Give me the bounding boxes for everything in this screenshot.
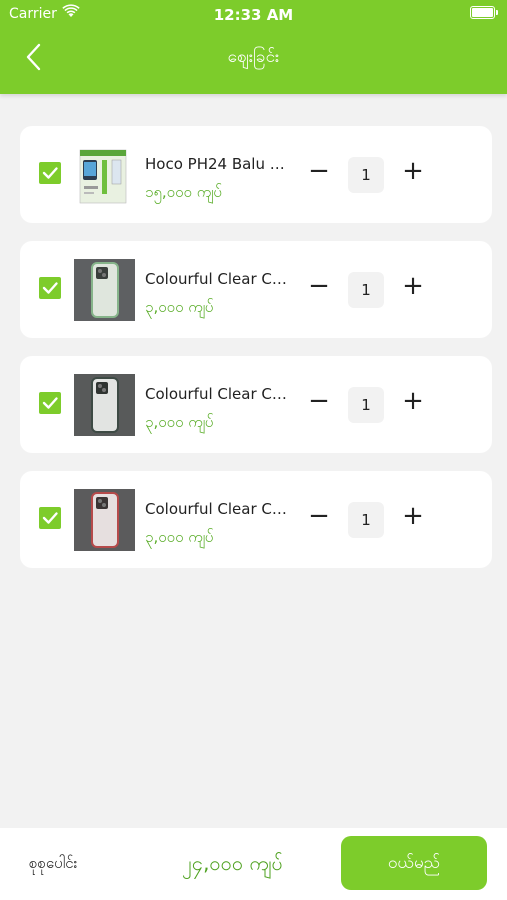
quantity-value[interactable]: 1 — [348, 272, 384, 308]
page-title: ဈေးခြင်း — [227, 47, 280, 67]
item-price: ၃,၀၀၀ ကျပ် — [145, 413, 214, 431]
product-image — [74, 489, 135, 551]
decrease-quantity-button[interactable]: − — [306, 388, 332, 415]
checkout-bar: စုစုပေါင်း ၂၄,၀၀၀ ကျပ် ဝယ်မည် — [0, 828, 507, 900]
cart-item: Colourful Clear Case ၃,၀၀၀ ကျပ် − 1 + — [20, 356, 492, 453]
checkmark-icon — [42, 397, 58, 409]
decrease-quantity-button[interactable]: − — [306, 273, 332, 300]
cart-list: Hoco PH24 Balu Magnetic Phone Holder ၁၅,… — [20, 126, 492, 586]
cart-item: Hoco PH24 Balu Magnetic Phone Holder ၁၅,… — [20, 126, 492, 223]
item-checkbox[interactable] — [39, 277, 61, 299]
checkmark-icon — [42, 512, 58, 524]
product-image — [74, 144, 135, 206]
quantity-value[interactable]: 1 — [348, 387, 384, 423]
quantity-value[interactable]: 1 — [348, 157, 384, 193]
item-price: ၃,၀၀၀ ကျပ် — [145, 298, 214, 316]
battery-icon — [470, 6, 498, 19]
item-checkbox[interactable] — [39, 392, 61, 414]
item-name: Hoco PH24 Balu Magnetic Phone Holder — [145, 155, 295, 173]
checkmark-icon — [42, 282, 58, 294]
item-checkbox[interactable] — [39, 507, 61, 529]
quantity-value[interactable]: 1 — [348, 502, 384, 538]
status-bar: Carrier 12:33 AM — [0, 0, 507, 28]
total-label: စုစုပေါင်း — [29, 854, 78, 872]
product-image — [74, 259, 135, 321]
increase-quantity-button[interactable]: + — [400, 158, 426, 185]
status-time: 12:33 AM — [213, 6, 294, 24]
decrease-quantity-button[interactable]: − — [306, 158, 332, 185]
product-image — [74, 374, 135, 436]
increase-quantity-button[interactable]: + — [400, 503, 426, 530]
cart-item: Colourful Clear Case ၃,၀၀၀ ကျပ် − 1 + — [20, 471, 492, 568]
decrease-quantity-button[interactable]: − — [306, 503, 332, 530]
item-name: Colourful Clear Case — [145, 500, 295, 518]
checkmark-icon — [42, 167, 58, 179]
cart-item: Colourful Clear Case ၃,၀၀၀ ကျပ် − 1 + — [20, 241, 492, 338]
increase-quantity-button[interactable]: + — [400, 388, 426, 415]
item-price: ၃,၀၀၀ ကျပ် — [145, 528, 214, 546]
buy-button[interactable]: ဝယ်မည် — [341, 836, 487, 890]
item-name: Colourful Clear Case — [145, 385, 295, 403]
item-price: ၁၅,၀၀၀ ကျပ် — [145, 183, 222, 201]
app-header: Carrier 12:33 AM ဈေးခြင်း — [0, 0, 507, 94]
total-amount: ၂၄,၀၀၀ ကျပ် — [182, 851, 284, 875]
item-checkbox[interactable] — [39, 162, 61, 184]
item-name: Colourful Clear Case — [145, 270, 295, 288]
increase-quantity-button[interactable]: + — [400, 273, 426, 300]
